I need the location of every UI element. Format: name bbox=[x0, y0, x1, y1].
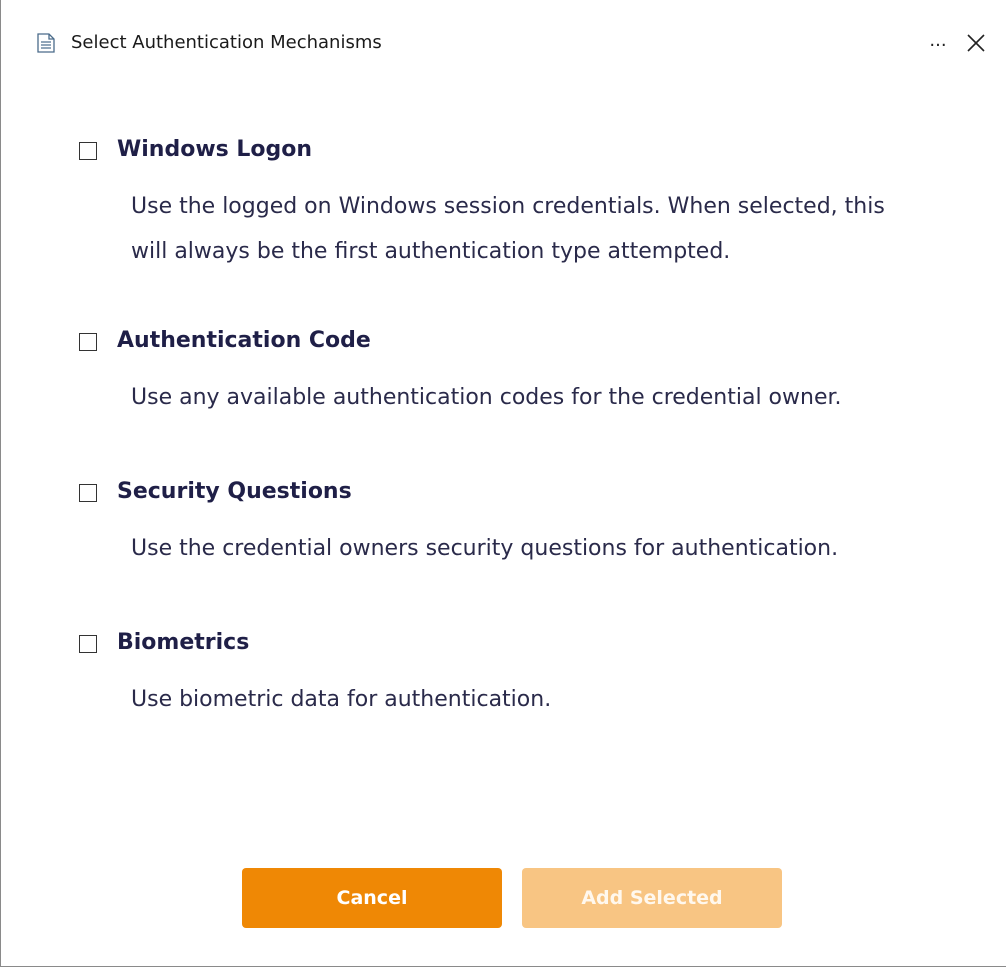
authentication-dialog: Select Authentication Mechanisms ... Win… bbox=[0, 0, 1006, 967]
authentication-code-checkbox[interactable] bbox=[79, 333, 97, 351]
security-questions-checkbox[interactable] bbox=[79, 484, 97, 502]
dialog-title: Select Authentication Mechanisms bbox=[71, 32, 382, 53]
option-authentication-code: Authentication Code Use any available au… bbox=[79, 328, 959, 420]
cancel-button[interactable]: Cancel bbox=[242, 868, 502, 928]
windows-logon-label[interactable]: Windows Logon bbox=[117, 135, 312, 165]
close-button[interactable] bbox=[959, 26, 993, 60]
title-bar: Select Authentication Mechanisms ... bbox=[1, 0, 1006, 84]
option-security-questions: Security Questions Use the credential ow… bbox=[79, 479, 959, 571]
add-selected-button[interactable]: Add Selected bbox=[522, 868, 782, 928]
document-icon bbox=[37, 33, 55, 53]
more-options-button[interactable]: ... bbox=[923, 26, 953, 56]
biometrics-description: Use biometric data for authentication. bbox=[131, 687, 552, 712]
biometrics-checkbox[interactable] bbox=[79, 635, 97, 653]
authentication-code-description: Use any available authentication codes f… bbox=[131, 385, 842, 410]
close-icon bbox=[967, 34, 985, 52]
option-biometrics: Biometrics Use biometric data for authen… bbox=[79, 630, 959, 722]
biometrics-label[interactable]: Biometrics bbox=[117, 628, 249, 658]
security-questions-description: Use the credential owners security quest… bbox=[131, 536, 839, 561]
windows-logon-description: Use the logged on Windows session creden… bbox=[131, 194, 885, 264]
authentication-code-label[interactable]: Authentication Code bbox=[117, 326, 371, 356]
windows-logon-checkbox[interactable] bbox=[79, 142, 97, 160]
option-windows-logon: Windows Logon Use the logged on Windows … bbox=[79, 137, 959, 274]
security-questions-label[interactable]: Security Questions bbox=[117, 477, 352, 507]
